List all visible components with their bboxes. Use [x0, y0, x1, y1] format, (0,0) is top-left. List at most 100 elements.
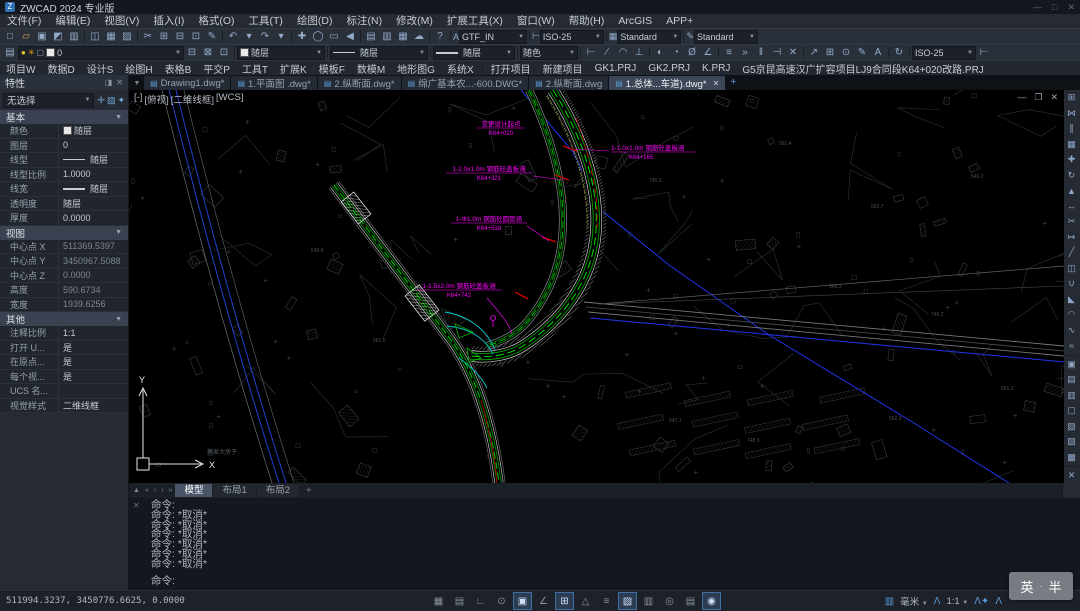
property-value[interactable]: 是	[58, 341, 128, 355]
dim-style-combo[interactable]: ISO-25▼	[540, 30, 604, 44]
help-icon[interactable]: ?	[432, 30, 448, 43]
prev-layout-icon[interactable]: ‹	[152, 487, 158, 494]
new-layout-button[interactable]: +	[300, 485, 318, 496]
property-value[interactable]: 二维线框	[58, 399, 128, 413]
project-menu-10[interactable]: 地形图G	[391, 61, 441, 76]
join-icon[interactable]: ∪	[1064, 276, 1079, 292]
property-value[interactable]	[58, 384, 128, 398]
project-menu-8[interactable]: 模板F	[313, 61, 351, 76]
break-icon[interactable]: ◫	[1064, 261, 1079, 277]
redo-icon[interactable]: ↷	[257, 30, 273, 43]
trim-icon[interactable]: ✂	[1064, 214, 1079, 230]
zoom-previous-icon[interactable]: ◀	[342, 30, 358, 43]
doc-tab-1[interactable]: ▤1.平面图 .dwg*	[231, 76, 316, 90]
section-header-2[interactable]: 其他▼	[0, 312, 128, 326]
text-style-combo[interactable]: GTF_IN▼	[459, 30, 527, 44]
ordinate-dim-icon[interactable]: ⊥	[631, 46, 647, 59]
paste-special-icon[interactable]: ⊡	[188, 30, 204, 43]
panel-close-icon[interactable]: ✕	[116, 78, 123, 87]
project-item-1[interactable]: 新建项目	[537, 61, 589, 76]
make-object-layer-current-icon[interactable]: ⊟	[184, 46, 200, 59]
snap-toggle[interactable]: ▤	[450, 592, 469, 610]
linear-dim-icon[interactable]: ⊢	[583, 46, 599, 59]
menu-item-7[interactable]: 标注(N)	[340, 14, 390, 28]
menu-item-12[interactable]: ArcGIS	[611, 14, 659, 28]
new-file-icon[interactable]: □	[2, 30, 18, 43]
project-menu-2[interactable]: 设计S	[81, 61, 120, 76]
project-menu-4[interactable]: 表格B	[159, 61, 198, 76]
osnap-toggle[interactable]: ▣	[513, 592, 532, 610]
property-value[interactable]: 511369.5397	[58, 240, 128, 254]
property-value[interactable]: 是	[58, 370, 128, 384]
panel-pin-icon[interactable]: ◨	[105, 78, 113, 87]
dim-update-icon[interactable]: ↻	[891, 46, 907, 59]
lineweight-combo[interactable]: 随层▼	[433, 46, 515, 60]
array-icon[interactable]: ▦	[1064, 137, 1079, 153]
copy-to-layer-icon[interactable]: ▤	[1064, 372, 1079, 388]
last-layout-icon[interactable]: »	[167, 487, 175, 494]
move-icon[interactable]: ✚	[1064, 152, 1079, 168]
doc-tab-3[interactable]: ▤绵广基本农...-600.DWG*	[402, 76, 529, 90]
doc-restore-icon[interactable]: ❐	[1034, 92, 1042, 103]
property-value[interactable]: 1:1	[58, 326, 128, 340]
open-folder-icon[interactable]: ▱	[18, 30, 34, 43]
lineweight-toggle[interactable]: ≡	[597, 592, 616, 610]
dim-text-edit-icon[interactable]: A	[870, 46, 886, 59]
layer-match-icon[interactable]: ▣	[1064, 357, 1079, 373]
save-as-icon[interactable]: ◩	[50, 30, 66, 43]
blend-icon[interactable]: ≈	[1064, 338, 1079, 354]
menu-item-9[interactable]: 扩展工具(X)	[440, 14, 510, 28]
explode-icon[interactable]: ✕	[1064, 468, 1079, 484]
zoom-window-icon[interactable]: ▭	[326, 30, 342, 43]
baseline-dim-icon[interactable]: ≡	[721, 46, 737, 59]
project-item-5[interactable]: G5京昆高速汉广扩容项目LJ9合同段K64+020改路.PRJ	[736, 61, 989, 76]
section-header-0[interactable]: 基本▼	[0, 110, 128, 124]
zoom-realtime-icon[interactable]: ◯	[310, 30, 326, 43]
jogged-dim-icon[interactable]: ◔	[668, 46, 684, 59]
viewport-menu-control[interactable]: [-]	[134, 92, 142, 106]
property-value[interactable]: 1939.6256	[58, 298, 128, 312]
extend-icon[interactable]: ↦	[1064, 230, 1079, 246]
undo-arrow-icon[interactable]: ▾	[241, 30, 257, 43]
format-painter-icon[interactable]: ✎	[204, 30, 220, 43]
project-menu-1[interactable]: 数据D	[41, 61, 80, 76]
menu-item-5[interactable]: 工具(T)	[242, 14, 290, 28]
menu-item-10[interactable]: 窗口(W)	[510, 14, 562, 28]
doc-tab-5[interactable]: ▤1.总体...车道).dwg*✕	[609, 76, 725, 90]
menu-item-13[interactable]: APP+	[659, 14, 700, 28]
menu-item-2[interactable]: 视图(V)	[97, 14, 146, 28]
menu-item-3[interactable]: 插入(I)	[146, 14, 191, 28]
scale-icon[interactable]: ▲	[1064, 183, 1079, 199]
dim-style-manager-icon[interactable]: ⊢	[976, 46, 992, 59]
transparency-toggle[interactable]: ▨	[618, 592, 637, 610]
continue-dim-icon[interactable]: »	[737, 46, 753, 59]
table-style-combo[interactable]: Standard▼	[617, 30, 681, 44]
copy-object-icon[interactable]: ⊞	[1064, 90, 1079, 106]
menu-item-8[interactable]: 修改(M)	[389, 14, 440, 28]
project-menu-9[interactable]: 数模M	[351, 61, 391, 76]
rotate-icon[interactable]: ↻	[1064, 168, 1079, 184]
fold-command-icon[interactable]: ▲	[131, 487, 142, 494]
project-item-4[interactable]: K.PRJ	[696, 63, 736, 74]
units-dropdown[interactable]: 毫米 ▼	[900, 594, 928, 608]
toggle-pickadd-icon[interactable]: ✛	[97, 95, 105, 106]
window-close-button[interactable]: ✕	[1067, 2, 1075, 13]
selection-filter-combo[interactable]: 无选择▼	[3, 93, 94, 108]
property-value[interactable]: 590.6734	[58, 283, 128, 297]
layer-combo[interactable]: ● ✳ ▢ 0▼	[18, 46, 184, 60]
fillet-icon[interactable]: ◠	[1064, 307, 1079, 323]
dim-style-combo-2[interactable]: ISO-25▼	[912, 46, 976, 60]
project-menu-7[interactable]: 扩展K	[274, 61, 313, 76]
plot-icon[interactable]: ▥	[66, 30, 82, 43]
quick-dim-icon[interactable]: ✕	[785, 46, 801, 59]
viewport-ucs-control[interactable]: [WCS]	[216, 92, 243, 106]
property-value[interactable]: 随层	[58, 197, 128, 211]
publish-icon[interactable]: ▦	[103, 30, 119, 43]
undo-icon[interactable]: ↶	[225, 30, 241, 43]
property-value[interactable]: 随层	[58, 182, 128, 196]
layer-lock-icon[interactable]: ▨	[1064, 434, 1079, 450]
doc-tab-0[interactable]: ▤Drawing1.dwg*	[144, 76, 230, 90]
save-icon[interactable]: ▣	[34, 30, 50, 43]
project-menu-3[interactable]: 绘图H	[119, 61, 158, 76]
ortho-toggle[interactable]: ∟	[471, 592, 490, 610]
